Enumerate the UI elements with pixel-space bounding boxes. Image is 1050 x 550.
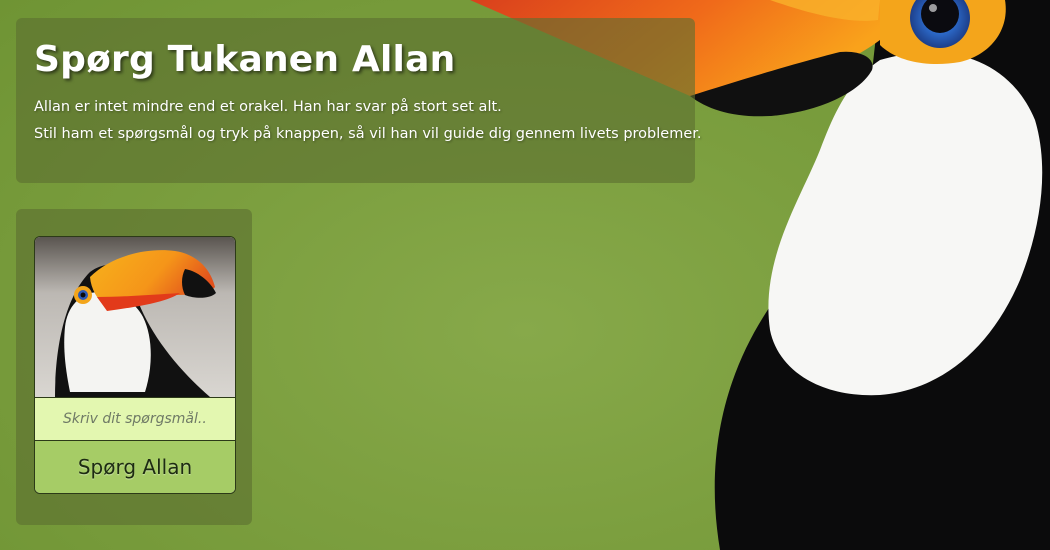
description-line-1: Allan er intet mindre end et orakel. Han… xyxy=(34,98,502,115)
page-title: Spørg Tukanen Allan xyxy=(34,39,456,80)
ask-card: Spørg Allan xyxy=(34,236,236,494)
description-line-2: Stil ham et spørgsmål og tryk på knappen… xyxy=(34,126,702,143)
description: Allan er intet mindre end et orakel. Han… xyxy=(34,94,702,149)
toucan-portrait-image xyxy=(35,237,235,397)
ask-allan-button[interactable]: Spørg Allan xyxy=(35,441,235,493)
question-input[interactable] xyxy=(35,397,235,441)
header-panel: Spørg Tukanen Allan Allan er intet mindr… xyxy=(16,18,702,183)
ask-panel: Spørg Allan xyxy=(16,209,252,525)
